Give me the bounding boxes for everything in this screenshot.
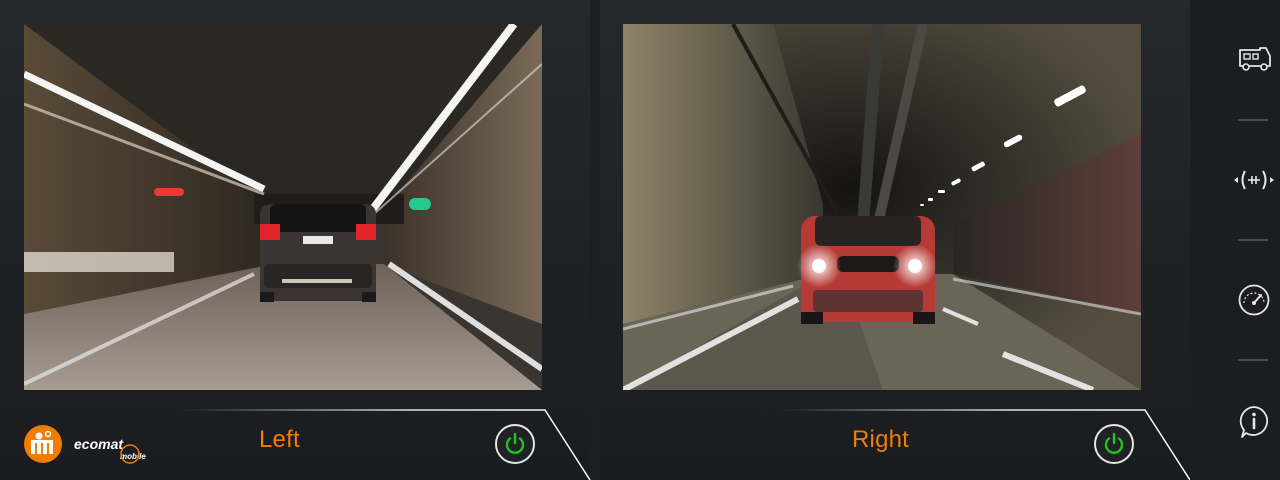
vehicle-button[interactable] xyxy=(1234,38,1274,78)
power-button-right[interactable] xyxy=(1094,424,1134,464)
ecomat-logo-text: ecomat xyxy=(74,436,124,452)
speedometer-icon xyxy=(1238,284,1270,316)
power-icon xyxy=(1104,432,1124,454)
camera-switch-icon xyxy=(1234,170,1274,190)
tunnel-image-right xyxy=(623,24,1141,390)
power-button-left[interactable] xyxy=(495,424,535,464)
info-button[interactable] xyxy=(1234,402,1274,442)
camera-label-left: Left xyxy=(259,426,300,453)
ifm-logo-icon xyxy=(24,425,62,463)
ecomat-mobile-logo: ecomat mobile xyxy=(74,430,154,464)
camera-view-left xyxy=(24,24,542,390)
info-icon xyxy=(1239,406,1269,438)
sidebar-divider xyxy=(1238,239,1268,241)
tunnel-image-left xyxy=(24,24,542,390)
camera-label-right: Right xyxy=(852,426,910,453)
power-icon xyxy=(505,432,525,454)
camera-view-right xyxy=(623,24,1141,390)
speedometer-button[interactable] xyxy=(1234,280,1274,320)
sidebar-divider xyxy=(1238,359,1268,361)
vehicle-icon xyxy=(1239,47,1271,71)
camera-switch-button[interactable] xyxy=(1234,160,1274,200)
sidebar-divider xyxy=(1238,119,1268,121)
